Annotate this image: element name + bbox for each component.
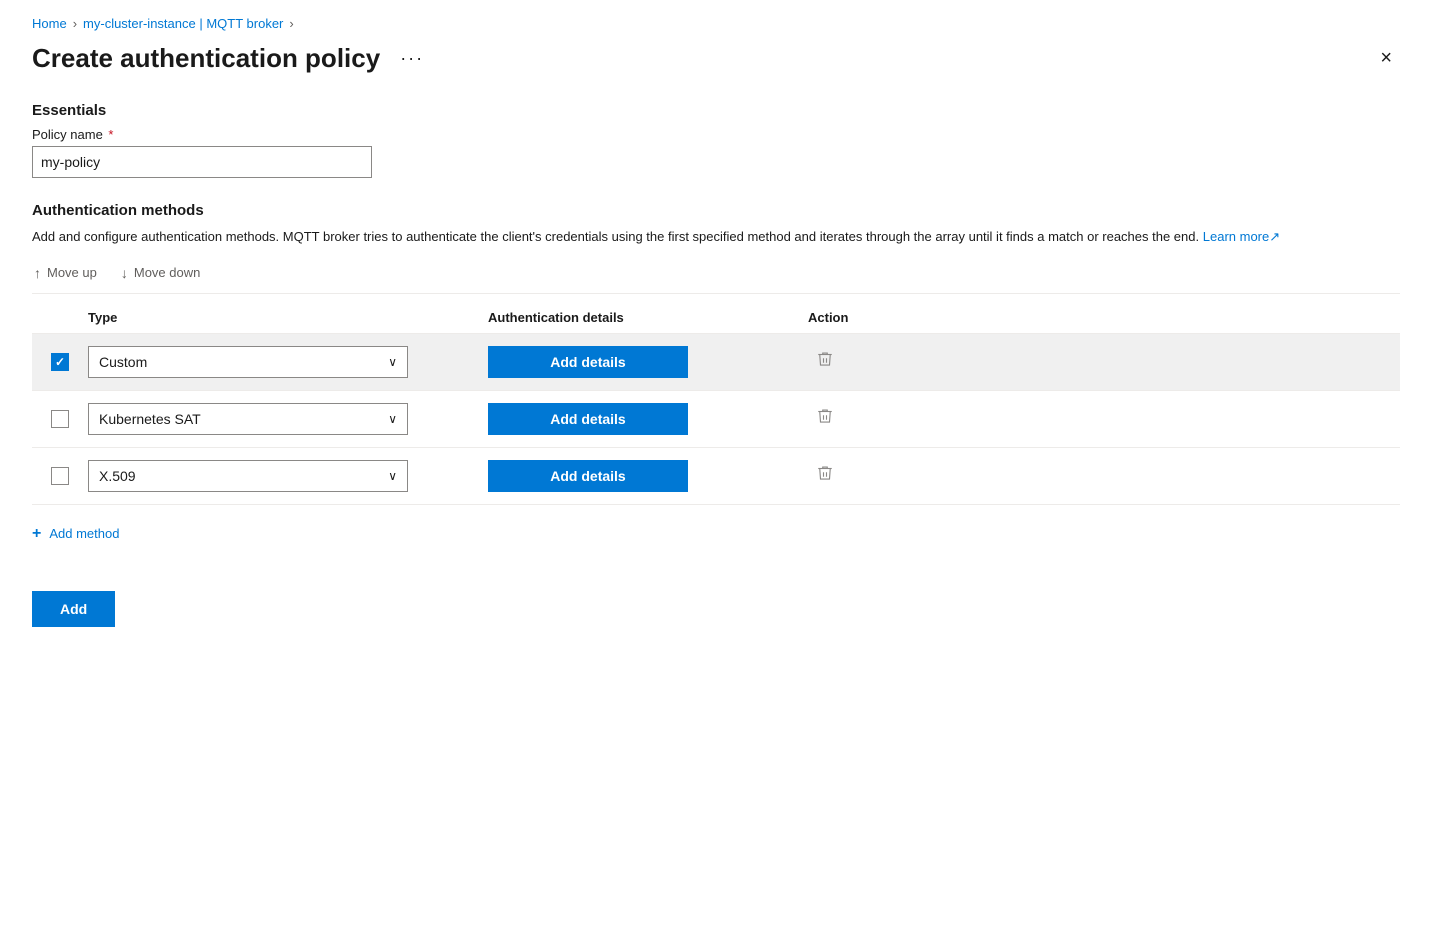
breadcrumb-sep1: ›	[73, 16, 77, 31]
row2-type-cell: Kubernetes SAT ∨	[88, 403, 488, 435]
policy-name-input[interactable]	[32, 146, 372, 178]
auth-methods-title: Authentication methods	[32, 202, 1400, 219]
move-down-icon: ↓	[121, 265, 128, 281]
essentials-title: Essentials	[32, 102, 1400, 119]
move-up-icon: ↑	[34, 265, 41, 281]
row3-delete-button[interactable]	[808, 460, 842, 491]
row1-auth-cell: Add details	[488, 346, 808, 378]
add-button[interactable]: Add	[32, 591, 115, 627]
breadcrumb-sep2: ›	[289, 16, 293, 31]
row2-type-value: Kubernetes SAT	[99, 411, 201, 427]
trash-icon	[816, 407, 834, 425]
row2-checkbox-cell	[32, 410, 88, 428]
close-button[interactable]: ×	[1372, 43, 1400, 74]
row3-type-cell: X.509 ∨	[88, 460, 488, 492]
row1-add-details-button[interactable]: Add details	[488, 346, 688, 378]
page-title-row: Create authentication policy ···	[32, 43, 432, 74]
table-row: Kubernetes SAT ∨ Add details	[32, 391, 1400, 448]
row3-auth-cell: Add details	[488, 460, 808, 492]
row1-type-cell: Custom ∨	[88, 346, 488, 378]
required-indicator: *	[105, 127, 114, 142]
auth-methods-table: Type Authentication details Action Custo…	[32, 310, 1400, 505]
row3-checkbox[interactable]	[51, 467, 69, 485]
policy-name-label: Policy name *	[32, 127, 1400, 142]
add-icon: +	[32, 525, 41, 543]
col-auth-details-header: Authentication details	[488, 310, 808, 325]
row2-delete-button[interactable]	[808, 403, 842, 434]
toolbar: ↑ Move up ↓ Move down	[32, 261, 1400, 294]
row1-chevron-icon: ∨	[388, 355, 397, 369]
footer-bar: Add	[32, 575, 1400, 627]
move-down-button[interactable]: ↓ Move down	[119, 261, 202, 285]
row2-chevron-icon: ∨	[388, 412, 397, 426]
breadcrumb: Home › my-cluster-instance | MQTT broker…	[32, 16, 1400, 31]
row2-checkbox[interactable]	[51, 410, 69, 428]
row2-type-dropdown[interactable]: Kubernetes SAT ∨	[88, 403, 408, 435]
trash-icon	[816, 350, 834, 368]
row1-type-dropdown[interactable]: Custom ∨	[88, 346, 408, 378]
move-up-button[interactable]: ↑ Move up	[32, 261, 99, 285]
page-header: Create authentication policy ··· ×	[32, 43, 1400, 74]
row3-add-details-button[interactable]: Add details	[488, 460, 688, 492]
auth-methods-desc: Add and configure authentication methods…	[32, 227, 1382, 247]
row1-type-value: Custom	[99, 354, 147, 370]
row2-add-details-button[interactable]: Add details	[488, 403, 688, 435]
row3-action-cell	[808, 460, 928, 491]
page-title: Create authentication policy	[32, 43, 380, 74]
add-method-row[interactable]: + Add method	[32, 521, 1400, 547]
table-row: Custom ∨ Add details	[32, 334, 1400, 391]
row3-type-dropdown[interactable]: X.509 ∨	[88, 460, 408, 492]
row3-chevron-icon: ∨	[388, 469, 397, 483]
breadcrumb-cluster[interactable]: my-cluster-instance | MQTT broker	[83, 16, 283, 31]
add-method-label: Add method	[49, 526, 119, 541]
row1-delete-button[interactable]	[808, 346, 842, 377]
trash-icon	[816, 464, 834, 482]
row3-type-value: X.509	[99, 468, 136, 484]
table-row: X.509 ∨ Add details	[32, 448, 1400, 505]
page-container: Home › my-cluster-instance | MQTT broker…	[0, 0, 1432, 937]
learn-more-link[interactable]: Learn more↗	[1203, 229, 1280, 244]
row1-checkbox-cell	[32, 353, 88, 371]
table-header: Type Authentication details Action	[32, 310, 1400, 334]
row1-action-cell	[808, 346, 928, 377]
auth-methods-section: Authentication methods Add and configure…	[32, 202, 1400, 547]
essentials-section: Essentials Policy name *	[32, 102, 1400, 178]
row2-auth-cell: Add details	[488, 403, 808, 435]
col-action-header: Action	[808, 310, 928, 325]
ellipsis-button[interactable]: ···	[392, 44, 432, 73]
breadcrumb-home[interactable]: Home	[32, 16, 67, 31]
row2-action-cell	[808, 403, 928, 434]
row1-checkbox[interactable]	[51, 353, 69, 371]
row3-checkbox-cell	[32, 467, 88, 485]
col-type-header: Type	[88, 310, 488, 325]
